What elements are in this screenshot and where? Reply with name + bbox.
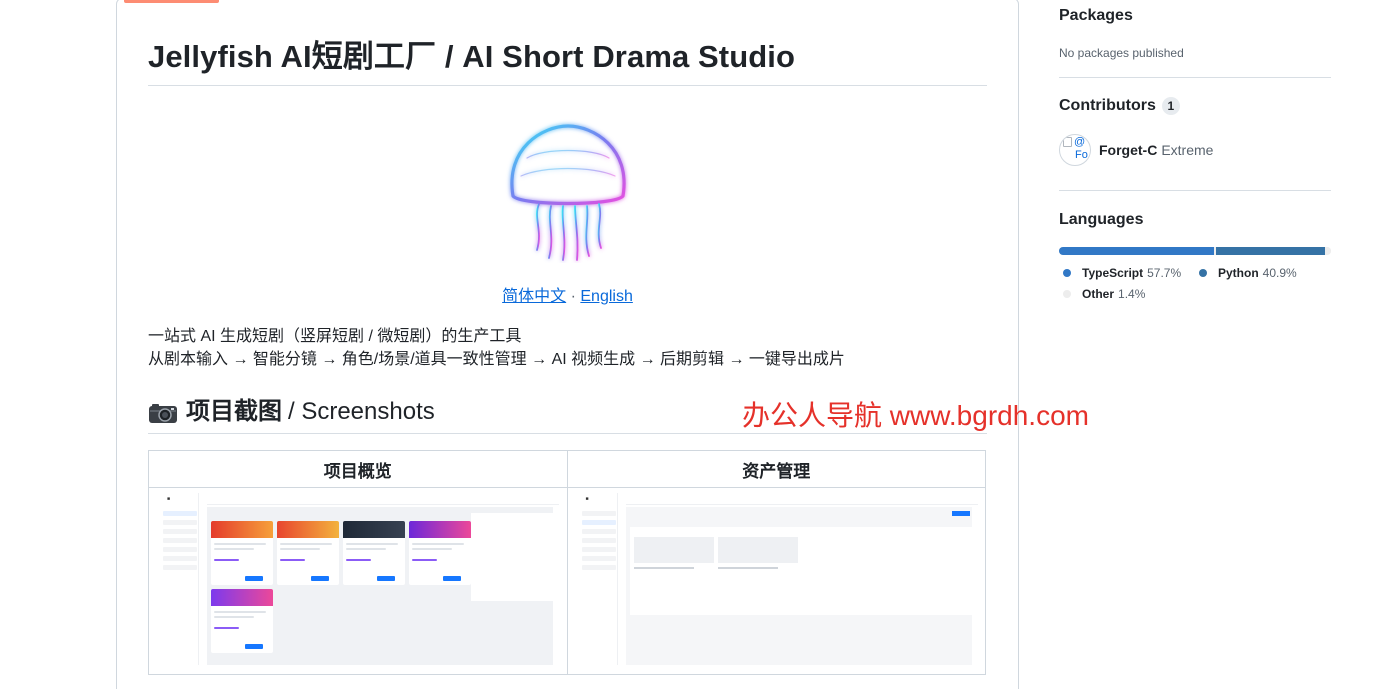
asset-management-screenshot[interactable]: ■ bbox=[577, 493, 978, 665]
mock-sidebar: ■ bbox=[577, 493, 618, 665]
languages-title: Languages bbox=[1059, 211, 1144, 228]
camera-icon bbox=[148, 401, 178, 423]
lang-separator: · bbox=[570, 288, 576, 305]
language-percent: 1.4% bbox=[1118, 287, 1146, 301]
language-bar-segment[interactable] bbox=[1327, 247, 1331, 255]
description-line: 一站式 AI 生成短剧（竖屏短剧 / 微短剧）的生产工具 bbox=[148, 328, 522, 345]
watermark-text: 办公人导航 www.bgrdh.com bbox=[742, 400, 1089, 431]
packages-heading[interactable]: Packages bbox=[1059, 5, 1133, 27]
packages-empty-text: No packages published bbox=[1059, 46, 1184, 60]
project-overview-screenshot[interactable]: ■ bbox=[159, 493, 559, 665]
broken-image-icon bbox=[1063, 137, 1072, 147]
languages-heading: Languages bbox=[1059, 209, 1143, 231]
contributor-name: Extreme bbox=[1161, 142, 1214, 158]
language-item-python[interactable]: Python 40.9% bbox=[1195, 262, 1297, 284]
readme-description: 一站式 AI 生成短剧（竖屏短剧 / 微短剧）的生产工具 从剧本输入 → 智能分… bbox=[148, 325, 987, 371]
jellyfish-logo-icon bbox=[510, 124, 626, 261]
screenshot-header-overview: 项目概览 bbox=[148, 450, 568, 488]
screenshots-heading-zh: 项目截图 bbox=[186, 397, 282, 425]
mock-side-panel bbox=[471, 513, 553, 601]
divider bbox=[1059, 190, 1331, 191]
language-item-typescript[interactable]: TypeScript 57.7% bbox=[1059, 262, 1181, 284]
lang-link-en[interactable]: English bbox=[580, 288, 632, 305]
avatar-alt-text: @ bbox=[1074, 136, 1086, 148]
contributor-item[interactable]: @ Fo Forget-C Extreme bbox=[1059, 134, 1213, 166]
language-links: 简体中文 · English bbox=[148, 286, 987, 308]
active-tab-underline bbox=[124, 0, 219, 3]
lang-link-zh[interactable]: 简体中文 bbox=[502, 288, 566, 305]
language-bar-segment[interactable] bbox=[1059, 247, 1214, 255]
contributors-count-badge: 1 bbox=[1161, 97, 1180, 115]
avatar[interactable]: @ Fo bbox=[1059, 134, 1091, 166]
contributor-login[interactable]: Forget-C bbox=[1099, 142, 1157, 158]
language-color-dot bbox=[1199, 269, 1207, 277]
description-line: 从剧本输入 → 智能分镜 → 角色/场景/道具一致性管理 → AI 视频生成 →… bbox=[148, 351, 845, 368]
mock-topbar bbox=[207, 493, 559, 505]
screenshot-overview-cell[interactable]: ■ bbox=[148, 487, 568, 675]
mock-content bbox=[625, 507, 972, 665]
contributors-heading[interactable]: Contributors 1 bbox=[1059, 95, 1180, 117]
avatar-alt-text: Fo bbox=[1075, 149, 1088, 161]
screenshots-table: 项目概览 资产管理 ■ ■ bbox=[148, 450, 986, 675]
mock-sidebar: ■ bbox=[159, 493, 199, 665]
language-bar-segment[interactable] bbox=[1215, 247, 1326, 255]
screenshot-header-assets: 资产管理 bbox=[566, 450, 986, 488]
contributors-title[interactable]: Contributors bbox=[1059, 95, 1156, 117]
language-name: Python bbox=[1218, 266, 1259, 280]
language-name: Other bbox=[1082, 287, 1115, 301]
screenshots-heading-en: / Screenshots bbox=[288, 397, 435, 425]
mock-topbar bbox=[625, 493, 978, 505]
packages-title[interactable]: Packages bbox=[1059, 5, 1133, 27]
screenshot-assets-cell[interactable]: ■ bbox=[566, 487, 986, 675]
language-name: TypeScript bbox=[1082, 266, 1144, 280]
language-percent: 40.9% bbox=[1262, 266, 1297, 280]
language-item-other[interactable]: Other 1.4% bbox=[1059, 283, 1145, 305]
language-color-dot bbox=[1063, 290, 1071, 298]
language-bar[interactable] bbox=[1059, 247, 1331, 255]
readme-title: Jellyfish AI短剧工厂 / AI Short Drama Studio bbox=[148, 36, 987, 86]
divider bbox=[1059, 77, 1331, 78]
language-percent: 57.7% bbox=[1147, 266, 1182, 280]
language-color-dot bbox=[1063, 269, 1071, 277]
